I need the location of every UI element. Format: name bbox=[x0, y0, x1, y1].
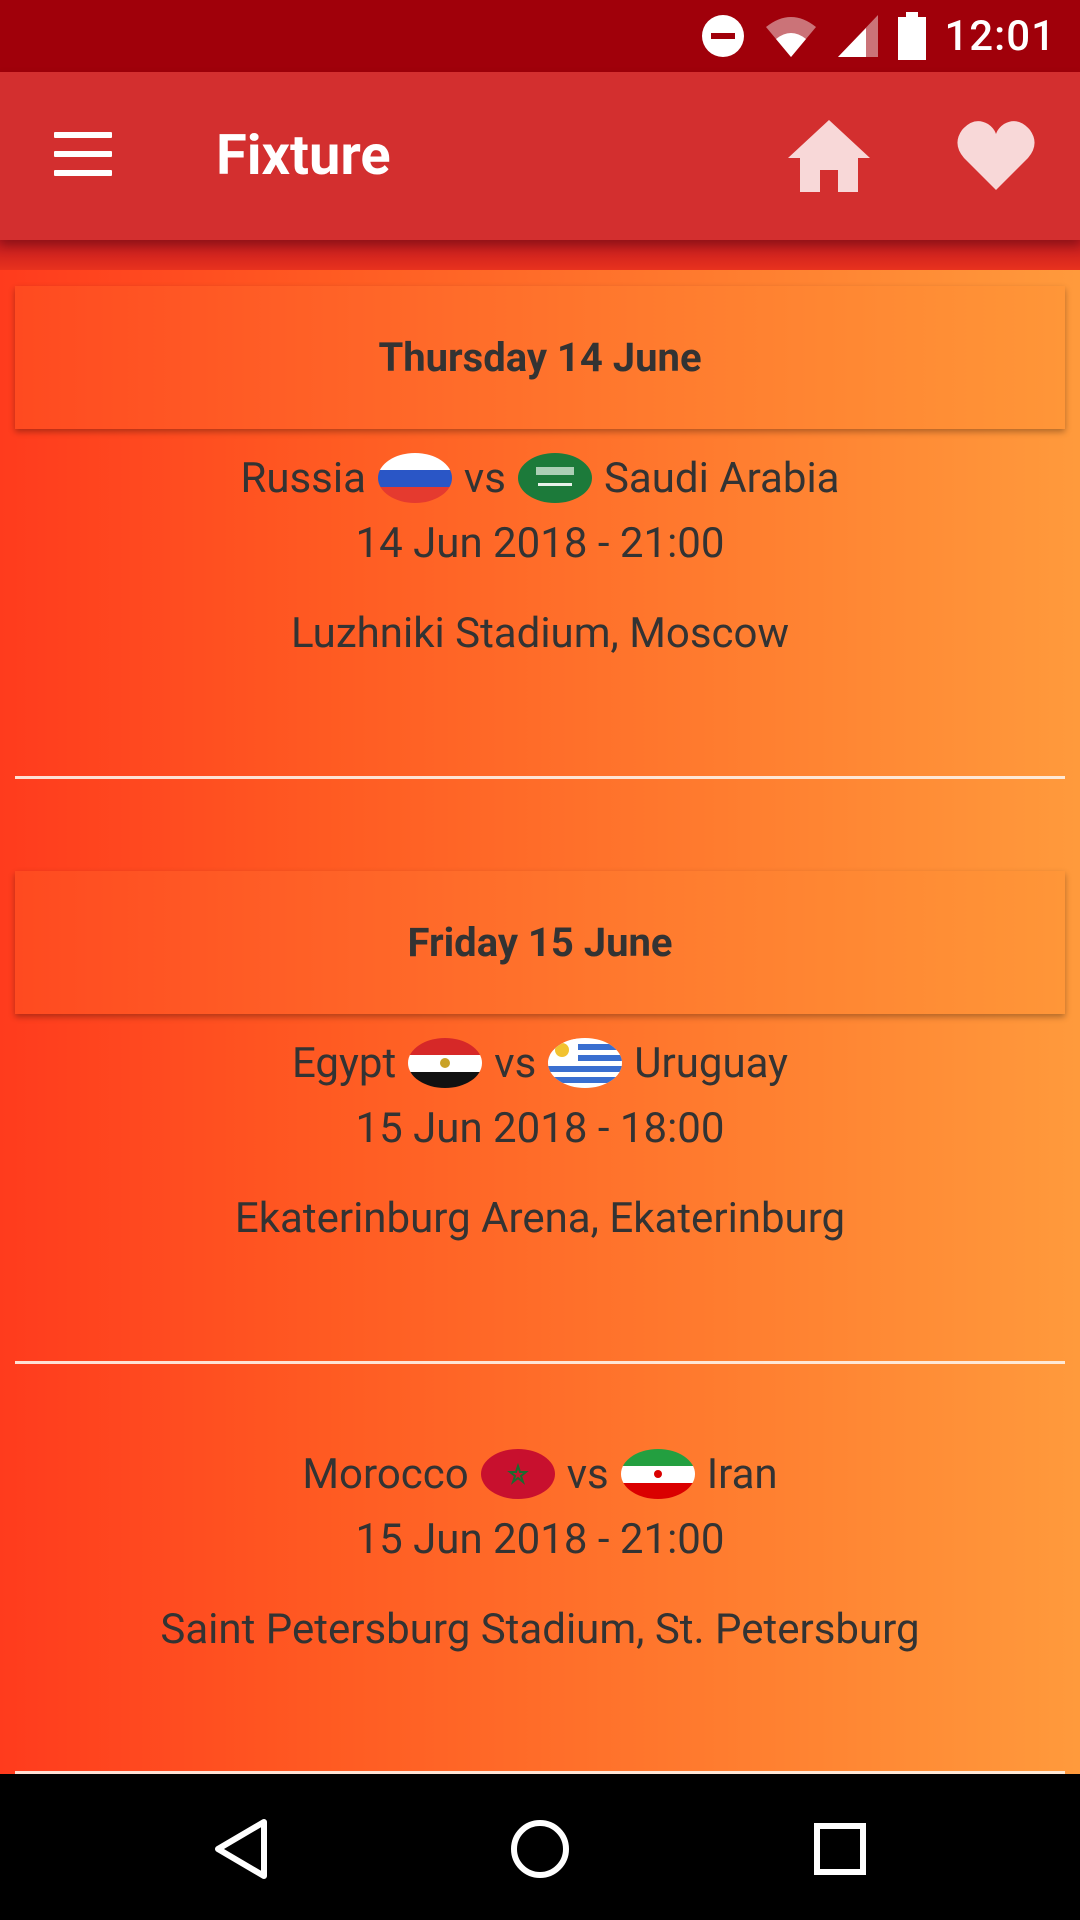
home-team: Morocco bbox=[302, 1449, 469, 1499]
do-not-disturb-icon bbox=[702, 15, 745, 57]
menu-icon bbox=[54, 132, 112, 138]
morocco-flag-icon bbox=[480, 1449, 555, 1499]
match-item[interactable]: Egypt vs Uruguay 15 Jun 2018 - 18:00 Eka… bbox=[0, 1028, 1080, 1243]
day-header: Thursday 14 June bbox=[15, 286, 1065, 429]
away-team: Uruguay bbox=[634, 1038, 789, 1088]
match-venue: Ekaterinburg Arena, Ekaterinburg bbox=[234, 1194, 846, 1243]
recents-icon bbox=[814, 1823, 866, 1875]
saudi-arabia-flag-icon bbox=[517, 453, 592, 503]
match-datetime: 15 Jun 2018 - 21:00 bbox=[355, 1515, 725, 1564]
match-venue: Saint Petersburg Stadium, St. Petersburg bbox=[160, 1605, 920, 1654]
match-item[interactable]: Russia vs Saudi Arabia 14 Jun 2018 - 21:… bbox=[0, 443, 1080, 658]
home-team: Egypt bbox=[291, 1038, 397, 1088]
match-datetime: 15 Jun 2018 - 18:00 bbox=[355, 1104, 725, 1153]
home-icon bbox=[788, 120, 870, 192]
vs-label: vs bbox=[463, 453, 506, 503]
home-button[interactable] bbox=[786, 112, 872, 198]
wifi-icon bbox=[766, 17, 817, 57]
match-item[interactable]: Morocco vs Iran 15 Jun 2018 - 21:00 Sain… bbox=[0, 1439, 1080, 1654]
egypt-flag-icon bbox=[408, 1038, 483, 1088]
home-team: Russia bbox=[240, 453, 366, 503]
home-circle-icon bbox=[511, 1820, 569, 1878]
page-title: Fixture bbox=[216, 122, 391, 188]
recents-button[interactable] bbox=[805, 1814, 875, 1884]
match-datetime: 14 Jun 2018 - 21:00 bbox=[355, 519, 725, 568]
heart-icon bbox=[957, 121, 1035, 190]
favorite-button[interactable] bbox=[954, 114, 1038, 198]
day-header: Friday 15 June bbox=[15, 871, 1065, 1014]
match-venue: Luzhniki Stadium, Moscow bbox=[290, 609, 790, 658]
menu-button[interactable] bbox=[54, 132, 112, 180]
status-time: 12:01 bbox=[944, 11, 1056, 61]
cellular-signal-icon bbox=[838, 15, 879, 57]
uruguay-flag-icon bbox=[548, 1038, 623, 1088]
russia-flag-icon bbox=[377, 453, 452, 503]
navigation-bar bbox=[0, 1774, 1080, 1920]
divider bbox=[15, 1361, 1065, 1364]
back-icon bbox=[215, 1819, 267, 1879]
status-bar: 12:01 bbox=[0, 0, 1080, 72]
iran-flag-icon bbox=[620, 1449, 695, 1499]
away-team: Iran bbox=[706, 1449, 778, 1499]
home-nav-button[interactable] bbox=[505, 1814, 575, 1884]
divider bbox=[15, 776, 1065, 779]
back-button[interactable] bbox=[206, 1814, 276, 1884]
fixture-list[interactable]: Thursday 14 June Russia vs Saudi Arabia … bbox=[0, 240, 1080, 1774]
battery-icon bbox=[898, 12, 927, 60]
away-team: Saudi Arabia bbox=[603, 453, 840, 503]
app-bar: Fixture bbox=[0, 72, 1080, 240]
vs-label: vs bbox=[566, 1449, 609, 1499]
vs-label: vs bbox=[494, 1038, 537, 1088]
